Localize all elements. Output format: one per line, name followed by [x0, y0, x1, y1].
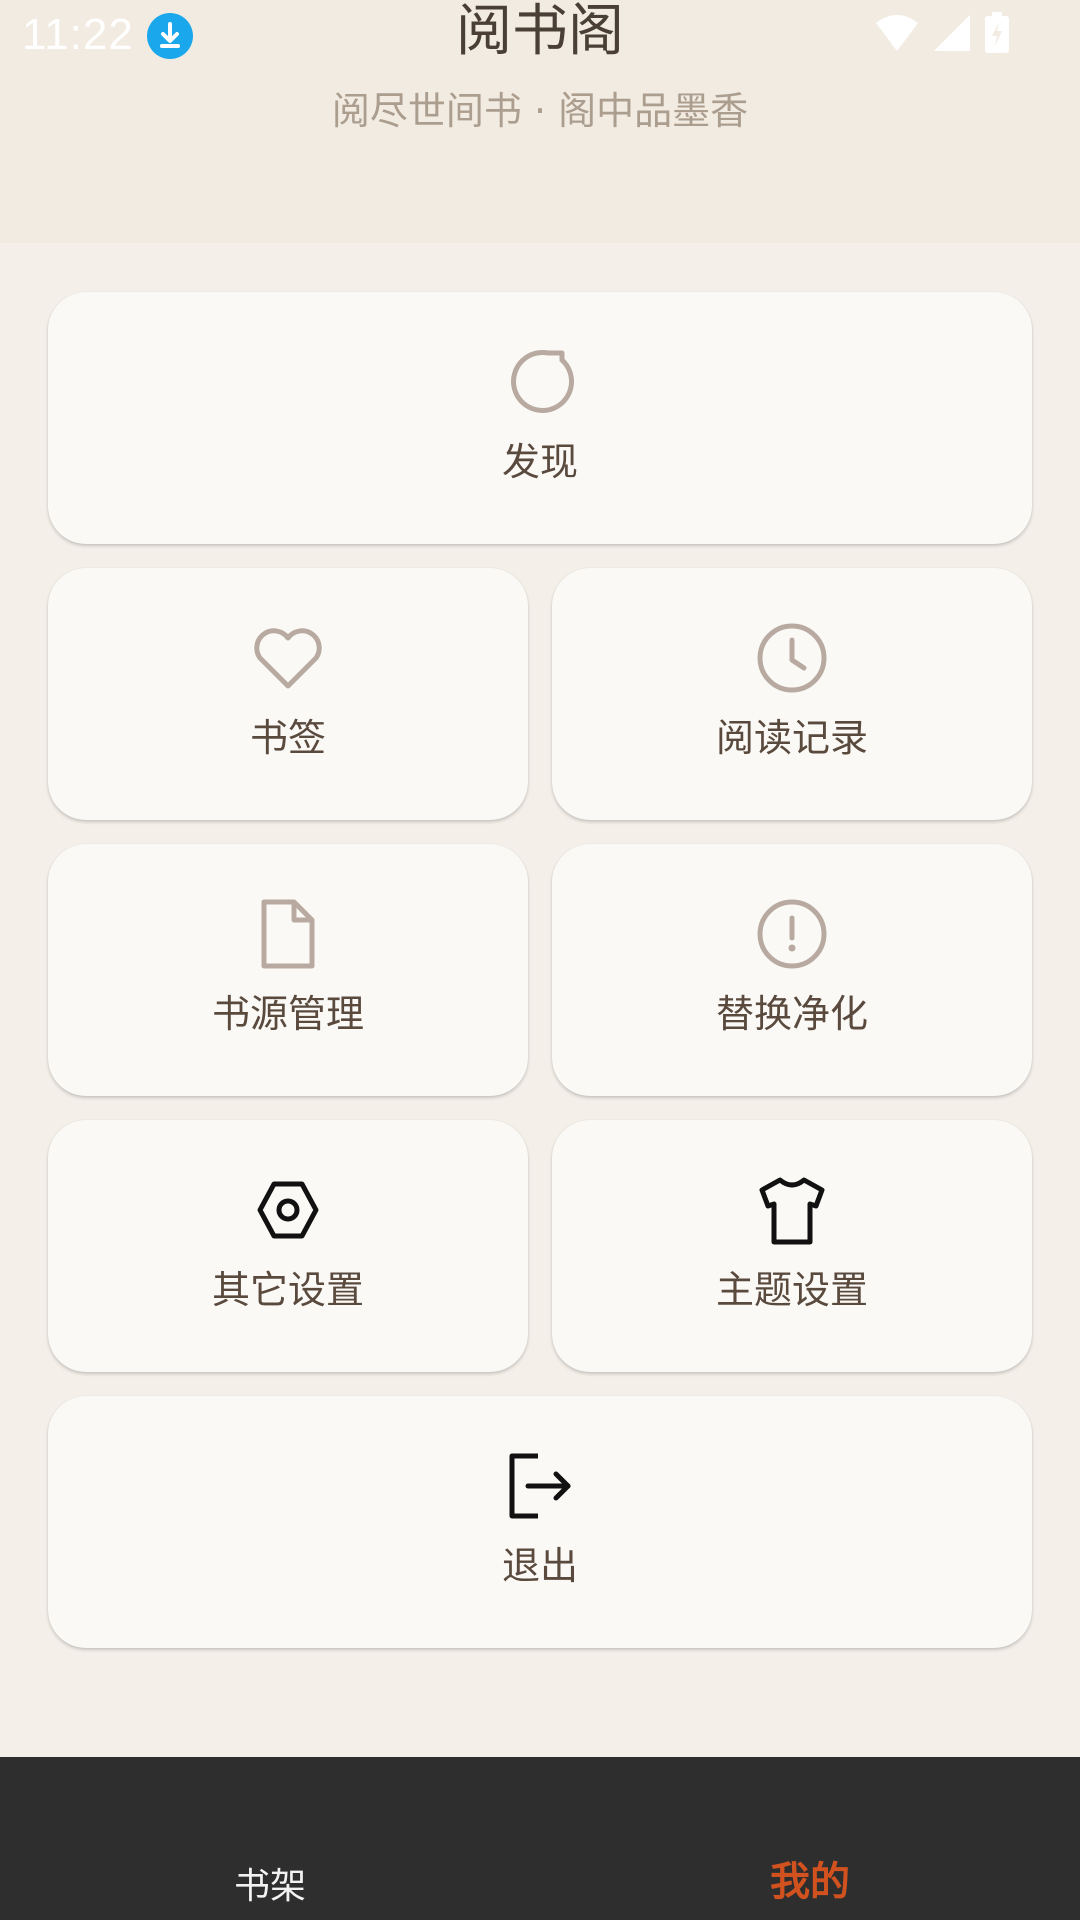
tshirt-icon: [754, 1172, 830, 1248]
compass-icon: [502, 344, 578, 420]
screen: 11:22 阅书阁 阅尽世间书 · 阁中品墨香 发现 书签 阅读记录 书源管理 …: [0, 0, 1080, 1920]
nav-mine[interactable]: 我的: [540, 1757, 1080, 1920]
discover-label: 发现: [501, 440, 578, 484]
header: 11:22 阅书阁 阅尽世间书 · 阁中品墨香: [0, 0, 1080, 243]
heart-icon: [250, 620, 326, 696]
book-sources-card[interactable]: 书源管理: [48, 844, 528, 1096]
nav-bookshelf[interactable]: 书架: [0, 1757, 540, 1920]
theme-settings-label: 主题设置: [715, 1268, 868, 1312]
replace-clean-card[interactable]: 替换净化: [552, 844, 1032, 1096]
clock-icon: [754, 620, 830, 696]
history-card[interactable]: 阅读记录: [552, 568, 1032, 820]
book-sources-label: 书源管理: [211, 992, 364, 1036]
history-label: 阅读记录: [715, 716, 868, 760]
logout-icon: [502, 1448, 578, 1524]
bottom-nav: 书架 我的: [0, 1757, 1080, 1920]
bookmarks-label: 书签: [249, 716, 326, 760]
app-subtitle: 阅尽世间书 · 阁中品墨香: [331, 89, 749, 133]
nav-mine-label: 我的: [770, 1859, 850, 1905]
replace-clean-label: 替换净化: [715, 992, 868, 1036]
nav-bookshelf-label: 书架: [233, 1866, 306, 1907]
logout-label: 退出: [501, 1544, 578, 1588]
app-title: 阅书阁: [456, 0, 624, 64]
settings-nut-icon: [250, 1172, 326, 1248]
other-settings-label: 其它设置: [211, 1268, 364, 1312]
alert-circle-icon: [754, 896, 830, 972]
file-icon: [250, 896, 326, 972]
theme-settings-card[interactable]: 主题设置: [552, 1120, 1032, 1372]
other-settings-card[interactable]: 其它设置: [48, 1120, 528, 1372]
discover-card[interactable]: 发现: [48, 292, 1032, 544]
bookmarks-card[interactable]: 书签: [48, 568, 528, 820]
logout-card[interactable]: 退出: [48, 1396, 1032, 1648]
